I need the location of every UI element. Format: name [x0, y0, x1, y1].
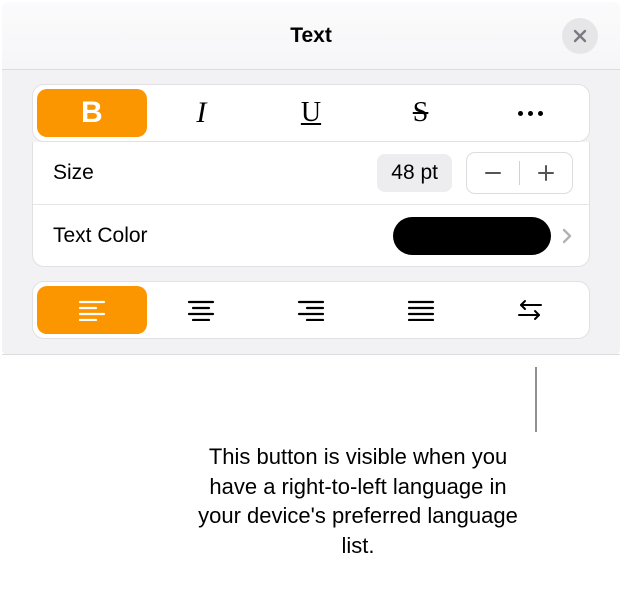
bold-button[interactable]: B — [37, 89, 147, 137]
text-properties-list: Size 48 pt Text Color — [32, 142, 590, 267]
align-center-button[interactable] — [147, 286, 257, 334]
chevron-right-icon — [561, 227, 573, 245]
alignment-segmented — [32, 281, 590, 339]
ellipsis-icon — [518, 111, 543, 116]
panel-title: Text — [290, 24, 332, 48]
align-right-button[interactable] — [256, 286, 366, 334]
underline-icon: U — [301, 99, 321, 127]
text-format-panel: Text B I U S Size 48 pt — [2, 2, 620, 355]
panel-header: Text — [2, 2, 620, 70]
text-direction-icon — [515, 298, 545, 322]
align-left-icon — [78, 299, 106, 321]
align-justify-icon — [407, 299, 435, 321]
plus-icon — [536, 163, 556, 183]
close-button[interactable] — [562, 18, 598, 54]
more-styles-button[interactable] — [475, 89, 585, 137]
size-stepper — [466, 152, 573, 194]
text-color-row[interactable]: Text Color — [33, 204, 589, 266]
size-value[interactable]: 48 pt — [377, 154, 452, 192]
minus-icon — [483, 163, 503, 183]
text-style-segmented: B I U S — [32, 84, 590, 142]
italic-icon: I — [196, 98, 206, 128]
text-color-swatch — [393, 217, 551, 255]
underline-button[interactable]: U — [256, 89, 366, 137]
align-right-icon — [297, 299, 325, 321]
size-label: Size — [53, 161, 377, 185]
bold-icon: B — [81, 98, 103, 128]
size-decrease-button[interactable] — [467, 153, 519, 193]
align-left-button[interactable] — [37, 286, 147, 334]
text-color-disclosure — [561, 227, 573, 245]
strikethrough-button[interactable]: S — [366, 89, 476, 137]
size-row: Size 48 pt — [33, 142, 589, 204]
callout-text: This button is visible when you have a r… — [188, 442, 528, 561]
text-color-label: Text Color — [53, 224, 393, 248]
strikethrough-icon: S — [413, 99, 429, 127]
align-justify-button[interactable] — [366, 286, 476, 334]
panel-bottom-edge — [2, 353, 620, 355]
text-direction-button[interactable] — [475, 286, 585, 334]
align-center-icon — [187, 299, 215, 321]
italic-button[interactable]: I — [147, 89, 257, 137]
close-icon — [572, 28, 588, 44]
size-increase-button[interactable] — [520, 153, 572, 193]
